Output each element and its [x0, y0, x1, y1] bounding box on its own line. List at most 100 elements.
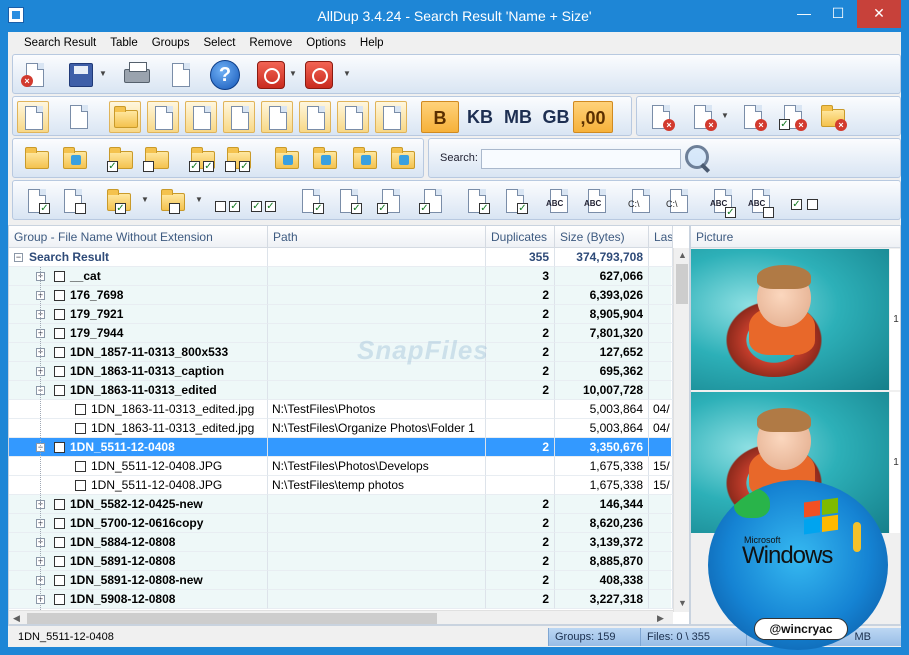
close-result-button[interactable]: ×: [19, 59, 51, 91]
preview-photo-1[interactable]: [691, 249, 889, 390]
row-checkbox[interactable]: [75, 404, 86, 415]
column-mb-button[interactable]: [185, 101, 217, 133]
file-row[interactable]: 1DN_1863-11-0313_edited.jpg N:\TestFiles\…: [9, 419, 673, 438]
row-checkbox[interactable]: [75, 461, 86, 472]
row-checkbox[interactable]: [54, 347, 65, 358]
delete-recycle-button[interactable]: ×: [737, 101, 769, 133]
unit-gb-button[interactable]: GB: [537, 101, 575, 133]
title-bar[interactable]: AllDup 3.4.24 - Search Result 'Name + Si…: [0, 0, 909, 32]
group-row[interactable]: 179_7921 2 8,905,904 +: [9, 305, 673, 324]
column-type-button[interactable]: [375, 101, 407, 133]
group-row[interactable]: 176_7698 2 6,393,026 +: [9, 286, 673, 305]
select-in-folder-button[interactable]: ✓: [103, 185, 135, 217]
unit-mb-button[interactable]: MB: [499, 101, 537, 133]
menu-help[interactable]: Help: [353, 32, 391, 54]
unselect-folder-dropdown-arrow[interactable]: ▼: [195, 195, 203, 207]
column-attributes-button[interactable]: [299, 101, 331, 133]
menu-table[interactable]: Table: [103, 32, 145, 54]
select-larger-button[interactable]: ✓: [417, 185, 449, 217]
group-row[interactable]: 1DN_5908-12-0808 2 3,227,318 +: [9, 590, 673, 609]
exit-dropdown-arrow[interactable]: ▼: [343, 69, 351, 81]
row-checkbox[interactable]: [54, 442, 65, 453]
search-input[interactable]: [481, 149, 681, 169]
row-checkbox[interactable]: [54, 518, 65, 529]
column-modified-button[interactable]: [261, 101, 293, 133]
collapse-icon[interactable]: −: [14, 253, 23, 262]
group-row[interactable]: 1DN_1857-11-0313_800x533 2 127,652 +: [9, 343, 673, 362]
search-icon[interactable]: [684, 144, 714, 174]
shutdown-button[interactable]: [255, 59, 287, 91]
select-drive-right-button[interactable]: C:\: [663, 185, 695, 217]
select-name-left-button[interactable]: ABC: [543, 185, 575, 217]
delete-checked-button[interactable]: ✓ ×: [777, 101, 809, 133]
column-hdd-button[interactable]: [147, 101, 179, 133]
menu-search-result[interactable]: Search Result: [17, 32, 103, 54]
file-row[interactable]: 1DN_5511-12-0408.JPG N:\TestFiles\temp ph…: [9, 476, 673, 495]
result-grid[interactable]: Group - File Name Without Extension Path…: [8, 225, 690, 625]
root-row[interactable]: Search Result − 355 374,793,708: [9, 248, 673, 267]
column-created-button[interactable]: [223, 101, 255, 133]
select-drive-left-button[interactable]: C:\: [625, 185, 657, 217]
unit-kb-button[interactable]: KB: [461, 101, 499, 133]
group-row[interactable]: 179_7944 2 7,801,320 +: [9, 324, 673, 343]
menu-remove[interactable]: Remove: [242, 32, 299, 54]
group-row[interactable]: __cat 3 627,066 +: [9, 267, 673, 286]
scroll-right-arrow[interactable]: ▶: [657, 613, 664, 624]
select-abc-unchecked-button[interactable]: ABC: [745, 185, 777, 218]
row-checkbox[interactable]: [54, 499, 65, 510]
row-checkbox[interactable]: [54, 271, 65, 282]
scroll-left-arrow[interactable]: ◀: [13, 613, 20, 624]
column-header-duplicates[interactable]: Duplicates: [486, 226, 555, 248]
select-up-button[interactable]: ✓: [499, 185, 531, 217]
menu-options[interactable]: Options: [299, 32, 353, 54]
minimize-button[interactable]: —: [787, 0, 821, 28]
row-checkbox[interactable]: [54, 556, 65, 567]
unselect-all-folders-button[interactable]: ✓: [223, 143, 255, 175]
select-new-files-button[interactable]: ✓: [295, 185, 327, 217]
save-dropdown-arrow[interactable]: ▼: [99, 69, 107, 81]
group-row[interactable]: 1DN_5582-12-0425-new 2 146,344 +: [9, 495, 673, 514]
row-checkbox[interactable]: [54, 594, 65, 605]
unselect-folder-button[interactable]: [141, 143, 173, 175]
folder-bottom-button[interactable]: [387, 143, 419, 175]
group-row[interactable]: 1DN_5700-12-0616copy 2 8,620,236 +: [9, 514, 673, 533]
folder-up-button[interactable]: [271, 143, 303, 175]
delete-dropdown-arrow[interactable]: ▼: [721, 111, 729, 123]
tree-view-button[interactable]: [63, 101, 95, 133]
help-button[interactable]: ?: [209, 59, 241, 91]
select-all-button[interactable]: ✓: [21, 185, 53, 217]
group-row[interactable]: 1DN_1863-11-0313_caption 2 695,362 +: [9, 362, 673, 381]
group-row[interactable]: 1DN_5891-12-0808-new 2 408,338 +: [9, 571, 673, 590]
file-view-button[interactable]: [17, 101, 49, 133]
select-smaller-button[interactable]: ✓: [375, 185, 407, 217]
select-oldest-button[interactable]: ✓ ✓: [247, 185, 279, 217]
select-old-files-button[interactable]: ✓: [333, 185, 365, 217]
vertical-scrollbar[interactable]: ▲ ▼: [673, 248, 689, 612]
shutdown-dropdown-arrow[interactable]: ▼: [289, 69, 297, 81]
open-folder-arrow-button[interactable]: [59, 143, 91, 175]
row-checkbox[interactable]: [54, 385, 65, 396]
unselect-in-folder-button[interactable]: [157, 185, 189, 217]
row-checkbox[interactable]: [54, 309, 65, 320]
row-checkbox[interactable]: [75, 480, 86, 491]
folder-down-button[interactable]: [309, 143, 341, 175]
open-folder-button[interactable]: [21, 143, 53, 175]
menu-groups[interactable]: Groups: [145, 32, 197, 54]
select-all-folders-button[interactable]: ✓ ✓: [187, 143, 219, 175]
select-down-button[interactable]: ✓: [461, 185, 493, 217]
select-name-right-button[interactable]: ABC: [581, 185, 613, 217]
column-header-group[interactable]: Group - File Name Without Extension: [9, 226, 268, 248]
select-folder-button[interactable]: ✓: [105, 143, 137, 175]
decimal-places-button[interactable]: ,00: [573, 101, 613, 133]
exit-button[interactable]: [303, 59, 335, 91]
group-row[interactable]: 1DN_1863-11-0313_edited 2 10,007,728−: [9, 381, 673, 400]
row-checkbox[interactable]: [54, 537, 65, 548]
row-checkbox[interactable]: [54, 290, 65, 301]
scroll-down-arrow[interactable]: ▼: [678, 598, 687, 608]
vertical-scroll-thumb[interactable]: [676, 264, 688, 304]
column-header-last[interactable]: Last: [649, 226, 673, 248]
row-checkbox[interactable]: [75, 423, 86, 434]
save-button[interactable]: [65, 59, 97, 91]
horizontal-scroll-thumb[interactable]: [27, 613, 437, 624]
column-header-size[interactable]: Size (Bytes): [555, 226, 649, 248]
